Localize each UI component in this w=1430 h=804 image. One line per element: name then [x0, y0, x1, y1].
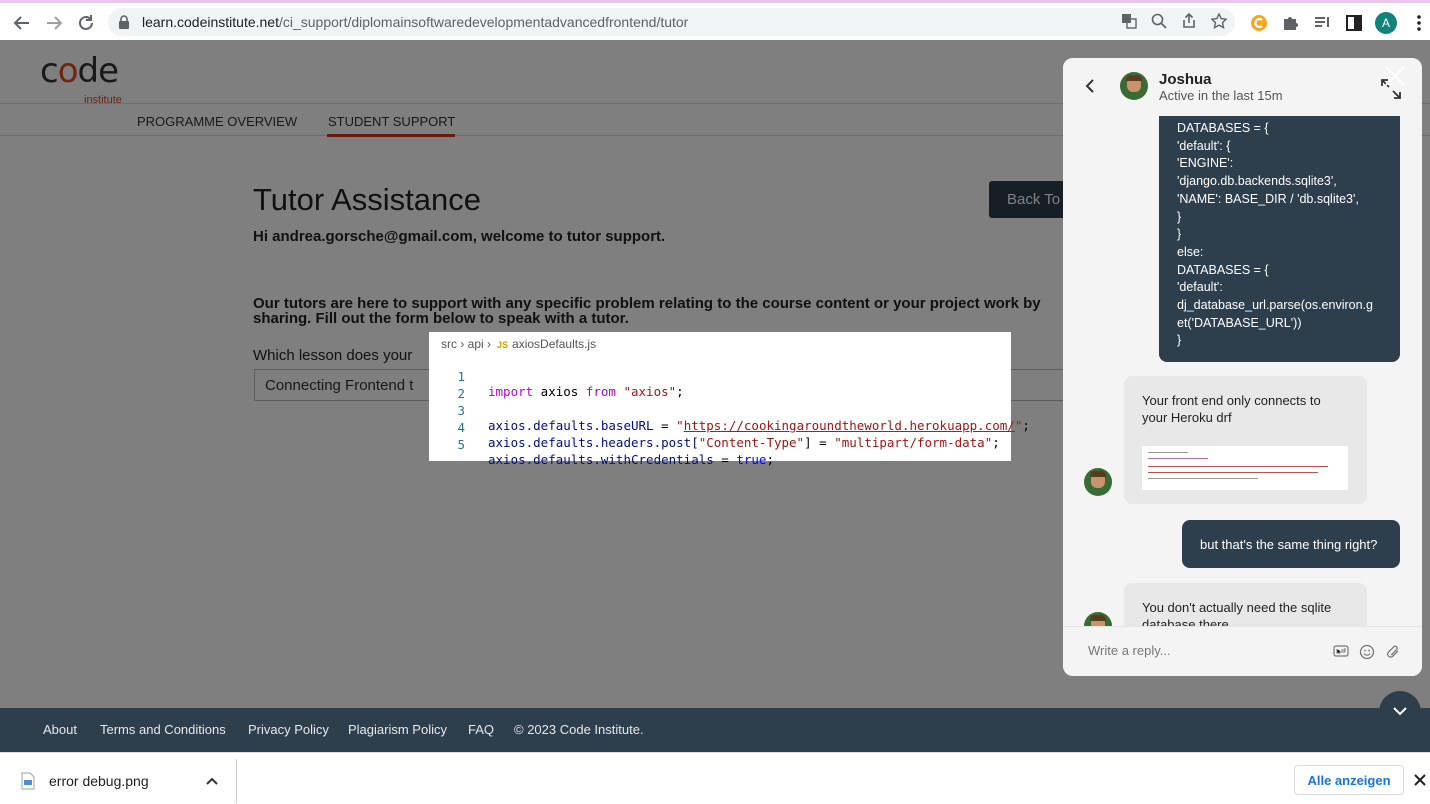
chat-launcher-button[interactable]: [1379, 691, 1421, 733]
reply-composer[interactable]: Write a reply...: [1063, 626, 1422, 676]
show-all-downloads-button[interactable]: Alle anzeigen: [1294, 765, 1404, 795]
message-text: DATABASES = { 'default': { 'ENGINE': 'dj…: [1177, 121, 1373, 348]
download-file-name[interactable]: error debug.png: [49, 773, 149, 789]
message-text: but that's the same thing right?: [1200, 537, 1378, 552]
menu-dots-icon[interactable]: [1408, 12, 1430, 34]
message-text: You don't actually need the sqlite datab…: [1142, 600, 1332, 626]
user-message-code: DATABASES = { 'default': { 'ENGINE': 'dj…: [1159, 116, 1400, 362]
chat-header: Joshua Active in the last 15m: [1063, 58, 1422, 116]
attachment-icon[interactable]: [1385, 644, 1401, 665]
gif-icon[interactable]: [1333, 644, 1349, 665]
translate-icon[interactable]: [1121, 13, 1137, 34]
share-icon[interactable]: [1181, 12, 1197, 34]
chat-widget: Joshua Active in the last 15m DATABASES …: [1063, 58, 1422, 676]
reply-input[interactable]: Write a reply...: [1088, 643, 1171, 658]
footer-link-about[interactable]: About: [43, 722, 77, 737]
close-icon[interactable]: [1414, 773, 1426, 791]
code-line: 5 axios.defaults.withCredentials = true;: [457, 437, 774, 467]
back-arrow-icon[interactable]: [10, 11, 34, 35]
js-file-icon: JS: [497, 340, 509, 350]
file-breadcrumb: src › api › JS axiosDefaults.js: [441, 337, 597, 351]
site-footer: About Terms and Conditions Privacy Polic…: [0, 708, 1430, 752]
message-text: Your front end only connects to your Her…: [1142, 393, 1321, 425]
chevron-down-icon: [1392, 703, 1408, 721]
agent-status: Active in the last 15m: [1159, 88, 1283, 103]
avatar: [1084, 468, 1112, 496]
reading-list-icon[interactable]: [1311, 12, 1333, 34]
image-file-icon: [20, 772, 36, 795]
forward-arrow-icon[interactable]: [42, 11, 66, 35]
avatar: [1120, 72, 1148, 100]
chevron-left-icon[interactable]: [1085, 78, 1095, 99]
browser-toolbar: learn.codeinstitute.net/ci_support/diplo…: [0, 0, 1430, 40]
agent-message: You don't actually need the sqlite datab…: [1124, 583, 1367, 626]
close-preview-icon[interactable]: [1383, 64, 1407, 93]
profile-avatar[interactable]: A: [1375, 12, 1397, 34]
reload-icon[interactable]: [74, 11, 98, 35]
lock-icon[interactable]: [118, 15, 130, 34]
chat-messages[interactable]: DATABASES = { 'default': { 'ENGINE': 'dj…: [1063, 116, 1422, 626]
code-screenshot-thumbnail[interactable]: [1142, 446, 1348, 490]
extension-g-icon[interactable]: [1248, 12, 1270, 34]
code-line: 1 import axios from "axios";: [457, 369, 684, 399]
zoom-icon[interactable]: [1151, 13, 1167, 34]
side-panel-icon[interactable]: [1343, 12, 1365, 34]
address-bar[interactable]: learn.codeinstitute.net/ci_support/diplo…: [108, 8, 1235, 36]
divider: [236, 759, 237, 803]
footer-link-plagiarism[interactable]: Plagiarism Policy: [348, 722, 447, 737]
footer-link-privacy[interactable]: Privacy Policy: [248, 722, 329, 737]
url-text: learn.codeinstitute.net/ci_support/diplo…: [142, 14, 689, 30]
bookmark-star-icon[interactable]: [1210, 12, 1228, 34]
footer-link-terms[interactable]: Terms and Conditions: [100, 722, 226, 737]
user-message: but that's the same thing right?: [1182, 520, 1400, 568]
extensions-puzzle-icon[interactable]: [1279, 12, 1301, 34]
footer-link-faq[interactable]: FAQ: [468, 722, 494, 737]
chevron-up-icon[interactable]: [206, 773, 218, 791]
download-bar: error debug.png Alle anzeigen: [0, 752, 1430, 804]
agent-name: Joshua: [1159, 71, 1212, 88]
agent-message: Your front end only connects to your Her…: [1124, 376, 1367, 504]
emoji-icon[interactable]: [1359, 644, 1375, 665]
avatar: [1084, 612, 1112, 626]
code-line: 2: [457, 386, 465, 401]
code-line: 3 axios.defaults.baseURL = "https://cook…: [457, 403, 1030, 433]
code-line: 4 axios.defaults.headers.post["Content-T…: [457, 420, 1000, 450]
copyright-text: © 2023 Code Institute.: [514, 722, 644, 737]
code-image-preview[interactable]: src › api › JS axiosDefaults.js 1 import a…: [429, 332, 1030, 467]
